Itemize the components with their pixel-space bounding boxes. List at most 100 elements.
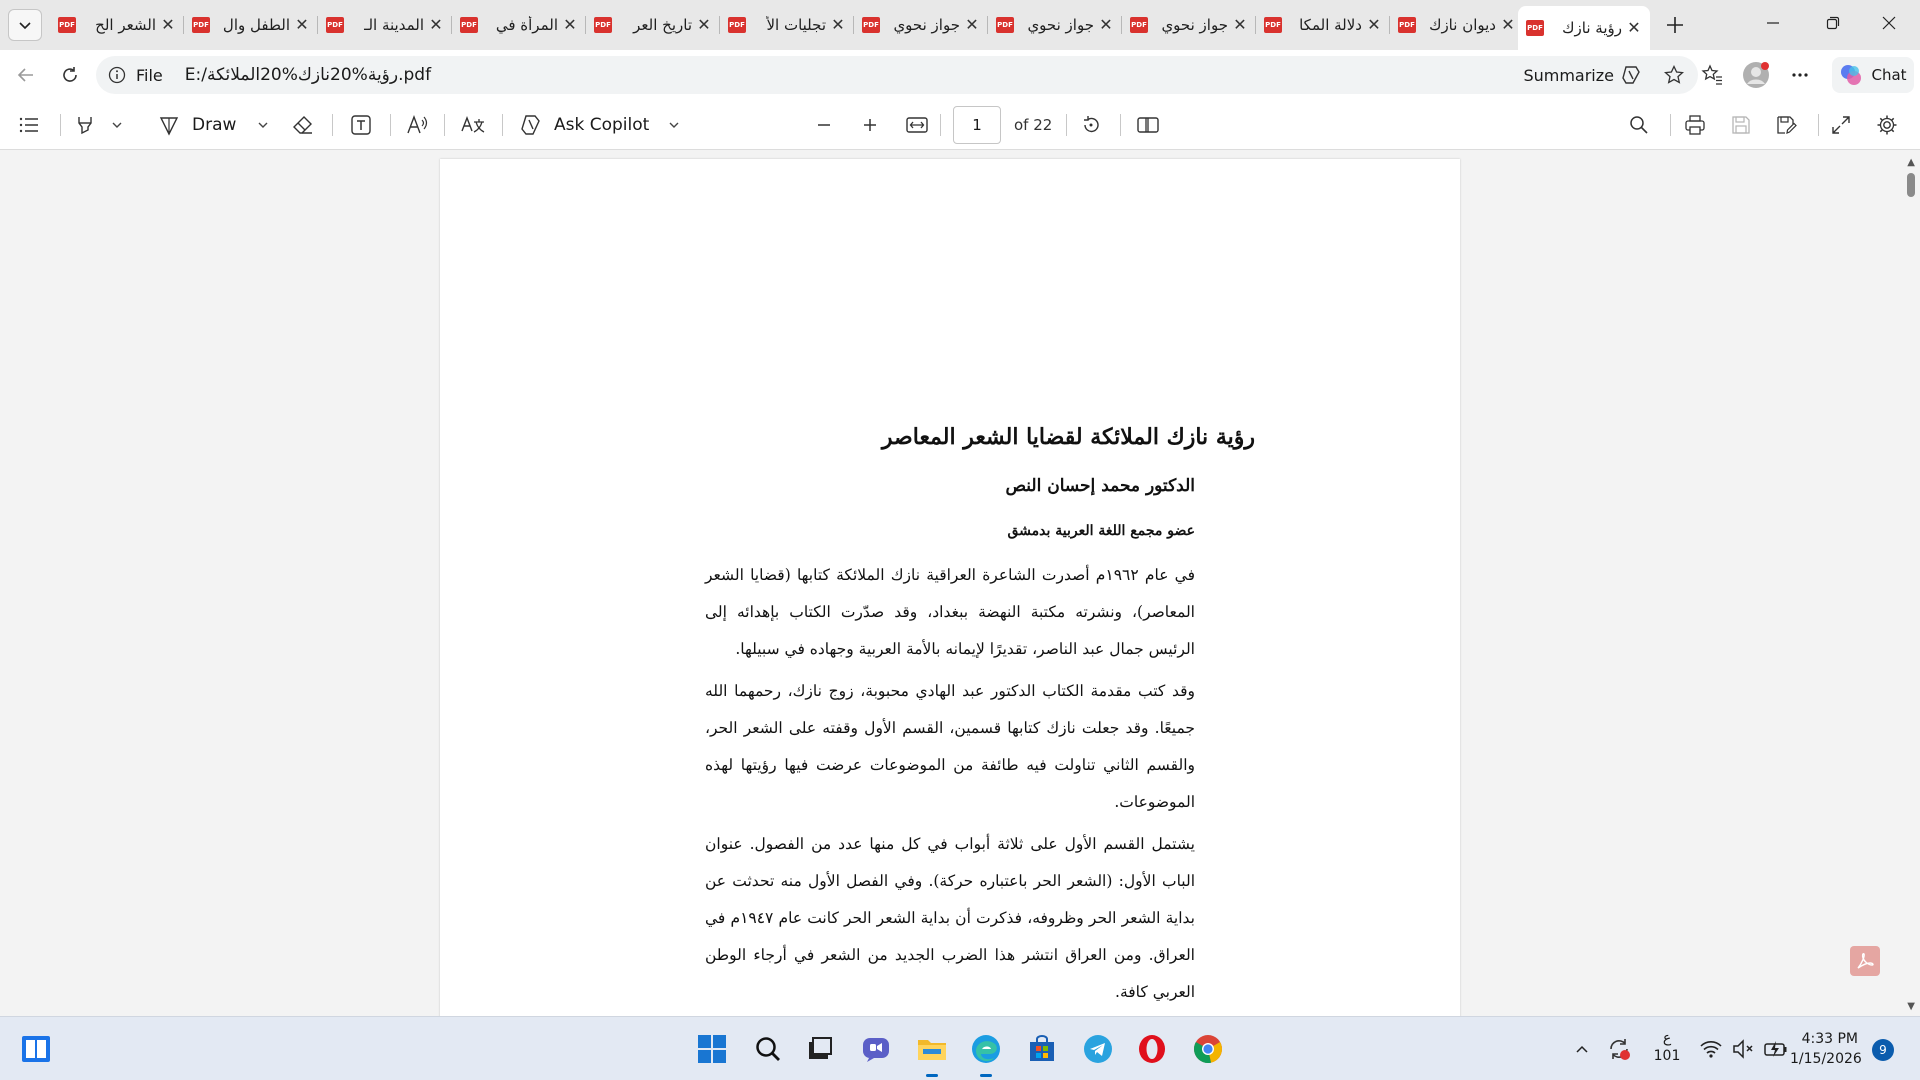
url-text[interactable]: E:/رؤية%20نازك%20الملائكة.pdf bbox=[185, 65, 431, 85]
draw-button[interactable]: Draw bbox=[158, 109, 270, 141]
close-tab-icon[interactable]: ✕ bbox=[696, 17, 712, 33]
close-tab-icon[interactable]: ✕ bbox=[1500, 17, 1516, 33]
read-aloud-button[interactable] bbox=[406, 109, 430, 141]
clock-date: 1/15/2026 bbox=[1790, 1051, 1862, 1067]
quick-settings-button[interactable] bbox=[1696, 1031, 1792, 1067]
tab-title: ديوان نازك bbox=[1429, 16, 1496, 34]
task-view-button[interactable] bbox=[802, 1031, 838, 1067]
page-view-button[interactable] bbox=[1136, 109, 1160, 141]
browser-tab[interactable]: PDF ديوان نازك ✕ bbox=[1390, 6, 1524, 44]
browser-tab[interactable]: PDF جواز نحوي ✕ bbox=[1122, 6, 1256, 44]
pdf-file-icon: PDF bbox=[1264, 17, 1282, 33]
scroll-up-arrow-icon[interactable]: ▲ bbox=[1907, 157, 1915, 168]
close-tab-icon[interactable]: ✕ bbox=[830, 17, 846, 33]
info-icon bbox=[108, 66, 126, 84]
zoom-in-button[interactable] bbox=[860, 109, 880, 141]
notification-count-badge[interactable]: 9 bbox=[1872, 1039, 1894, 1061]
fit-to-width-button[interactable] bbox=[905, 109, 929, 141]
page-number-input[interactable]: 1 bbox=[953, 106, 1001, 144]
restore-button[interactable] bbox=[1810, 0, 1856, 46]
browser-tab[interactable]: PDF جواز نحوي ✕ bbox=[854, 6, 988, 44]
start-button[interactable] bbox=[694, 1031, 730, 1067]
browser-tab[interactable]: PDF الشعر الح ✕ bbox=[50, 6, 184, 44]
table-of-contents-button[interactable] bbox=[18, 109, 40, 141]
close-icon bbox=[1882, 16, 1896, 30]
add-text-button[interactable] bbox=[350, 109, 372, 141]
browser-tab[interactable]: PDF الطفل وال ✕ bbox=[184, 6, 318, 44]
close-tab-icon[interactable]: ✕ bbox=[1626, 20, 1642, 36]
sync-status-button[interactable] bbox=[1604, 1031, 1634, 1067]
paragraph: في عام ١٩٦٢م أصدرت الشاعرة العراقية نازك… bbox=[705, 566, 1195, 658]
widgets-button[interactable] bbox=[18, 1031, 54, 1067]
close-tab-icon[interactable]: ✕ bbox=[1232, 17, 1248, 33]
close-tab-icon[interactable]: ✕ bbox=[160, 17, 176, 33]
scroll-down-arrow-icon[interactable]: ▼ bbox=[1907, 1001, 1915, 1012]
file-explorer-button[interactable] bbox=[914, 1031, 950, 1077]
star-icon[interactable] bbox=[1664, 65, 1684, 85]
chevron-down-icon[interactable] bbox=[256, 118, 270, 132]
tab-actions-menu-button[interactable] bbox=[8, 9, 42, 41]
refresh-button[interactable] bbox=[54, 59, 86, 91]
favorites-button[interactable] bbox=[1696, 59, 1728, 91]
browser-tab[interactable]: PDF المرأة في ✕ bbox=[452, 6, 586, 44]
teams-chat-button[interactable] bbox=[858, 1031, 894, 1067]
chrome-button[interactable] bbox=[1190, 1031, 1226, 1067]
telegram-button[interactable] bbox=[1080, 1031, 1116, 1067]
print-button[interactable] bbox=[1684, 109, 1706, 141]
arrow-left-icon bbox=[17, 68, 33, 82]
chevron-down-icon[interactable] bbox=[667, 118, 681, 132]
search-icon bbox=[1630, 116, 1648, 134]
edge-browser-button[interactable] bbox=[968, 1031, 1004, 1077]
battery-charging-icon bbox=[1764, 1041, 1787, 1057]
browser-tab[interactable]: PDF دلالة المكا ✕ bbox=[1256, 6, 1390, 44]
address-bar[interactable]: File E:/رؤية%20نازك%20الملائكة.pdf Summa… bbox=[96, 56, 1698, 94]
plus-icon bbox=[1667, 17, 1683, 33]
full-screen-button[interactable] bbox=[1830, 109, 1852, 141]
find-button[interactable] bbox=[1628, 109, 1650, 141]
search-taskbar-button[interactable] bbox=[750, 1031, 786, 1067]
pdf-viewer[interactable]: رؤية نازك الملائكة لقضايا الشعر المعاصر … bbox=[0, 151, 1920, 1016]
back-button[interactable] bbox=[10, 59, 42, 91]
browser-tab[interactable]: PDF جواز نحوي ✕ bbox=[988, 6, 1122, 44]
close-tab-icon[interactable]: ✕ bbox=[428, 17, 444, 33]
browser-tab-active[interactable]: PDF رؤية نازك ✕ bbox=[1518, 6, 1650, 50]
minimize-button[interactable] bbox=[1750, 0, 1796, 46]
ask-copilot-button[interactable]: Ask Copilot bbox=[520, 109, 681, 141]
chevron-down-icon bbox=[19, 22, 31, 30]
show-hidden-icons-button[interactable] bbox=[1570, 1031, 1594, 1067]
close-tab-icon[interactable]: ✕ bbox=[562, 17, 578, 33]
close-tab-icon[interactable]: ✕ bbox=[294, 17, 310, 33]
acrobat-icon[interactable] bbox=[1850, 946, 1880, 976]
more-menu-button[interactable] bbox=[1784, 59, 1816, 91]
browser-tab[interactable]: PDF تاريخ العر ✕ bbox=[586, 6, 720, 44]
zoom-out-button[interactable] bbox=[814, 109, 834, 141]
sync-icon bbox=[1610, 1039, 1630, 1060]
microsoft-store-button[interactable] bbox=[1024, 1031, 1060, 1067]
save-as-button[interactable] bbox=[1775, 109, 1797, 141]
close-tab-icon[interactable]: ✕ bbox=[1098, 17, 1114, 33]
summarize-button[interactable]: Summarize bbox=[1523, 56, 1642, 94]
chevron-down-icon[interactable] bbox=[110, 118, 124, 132]
close-tab-icon[interactable]: ✕ bbox=[1366, 17, 1382, 33]
new-tab-button[interactable] bbox=[1660, 10, 1690, 40]
browser-tab[interactable]: PDF تجليات الأ ✕ bbox=[720, 6, 854, 44]
clock-time: 4:33 PM bbox=[1801, 1031, 1858, 1047]
tab-title: جواز نحوي bbox=[893, 16, 960, 34]
scrollbar-thumb[interactable] bbox=[1907, 173, 1915, 197]
site-info-button[interactable]: File bbox=[108, 66, 163, 85]
rotate-button[interactable] bbox=[1080, 109, 1102, 141]
browser-tab[interactable]: PDF المدينة الـ ✕ bbox=[318, 6, 452, 44]
copilot-chat-button[interactable]: Chat bbox=[1832, 57, 1914, 93]
erase-button[interactable] bbox=[292, 109, 314, 141]
input-language-indicator[interactable]: ع 101 bbox=[1652, 1029, 1682, 1065]
close-window-button[interactable] bbox=[1866, 0, 1912, 46]
profile-button[interactable] bbox=[1740, 59, 1772, 91]
paragraph: وقد كتب مقدمة الكتاب الدكتور عبد الهادي … bbox=[705, 682, 1195, 811]
save-button[interactable] bbox=[1730, 109, 1752, 141]
highlight-button[interactable] bbox=[74, 109, 124, 141]
opera-button[interactable] bbox=[1134, 1031, 1170, 1067]
translate-button[interactable] bbox=[460, 109, 486, 141]
vertical-scrollbar[interactable]: ▲ ▼ bbox=[1902, 151, 1920, 1016]
close-tab-icon[interactable]: ✕ bbox=[964, 17, 980, 33]
pdf-settings-button[interactable] bbox=[1876, 109, 1898, 141]
